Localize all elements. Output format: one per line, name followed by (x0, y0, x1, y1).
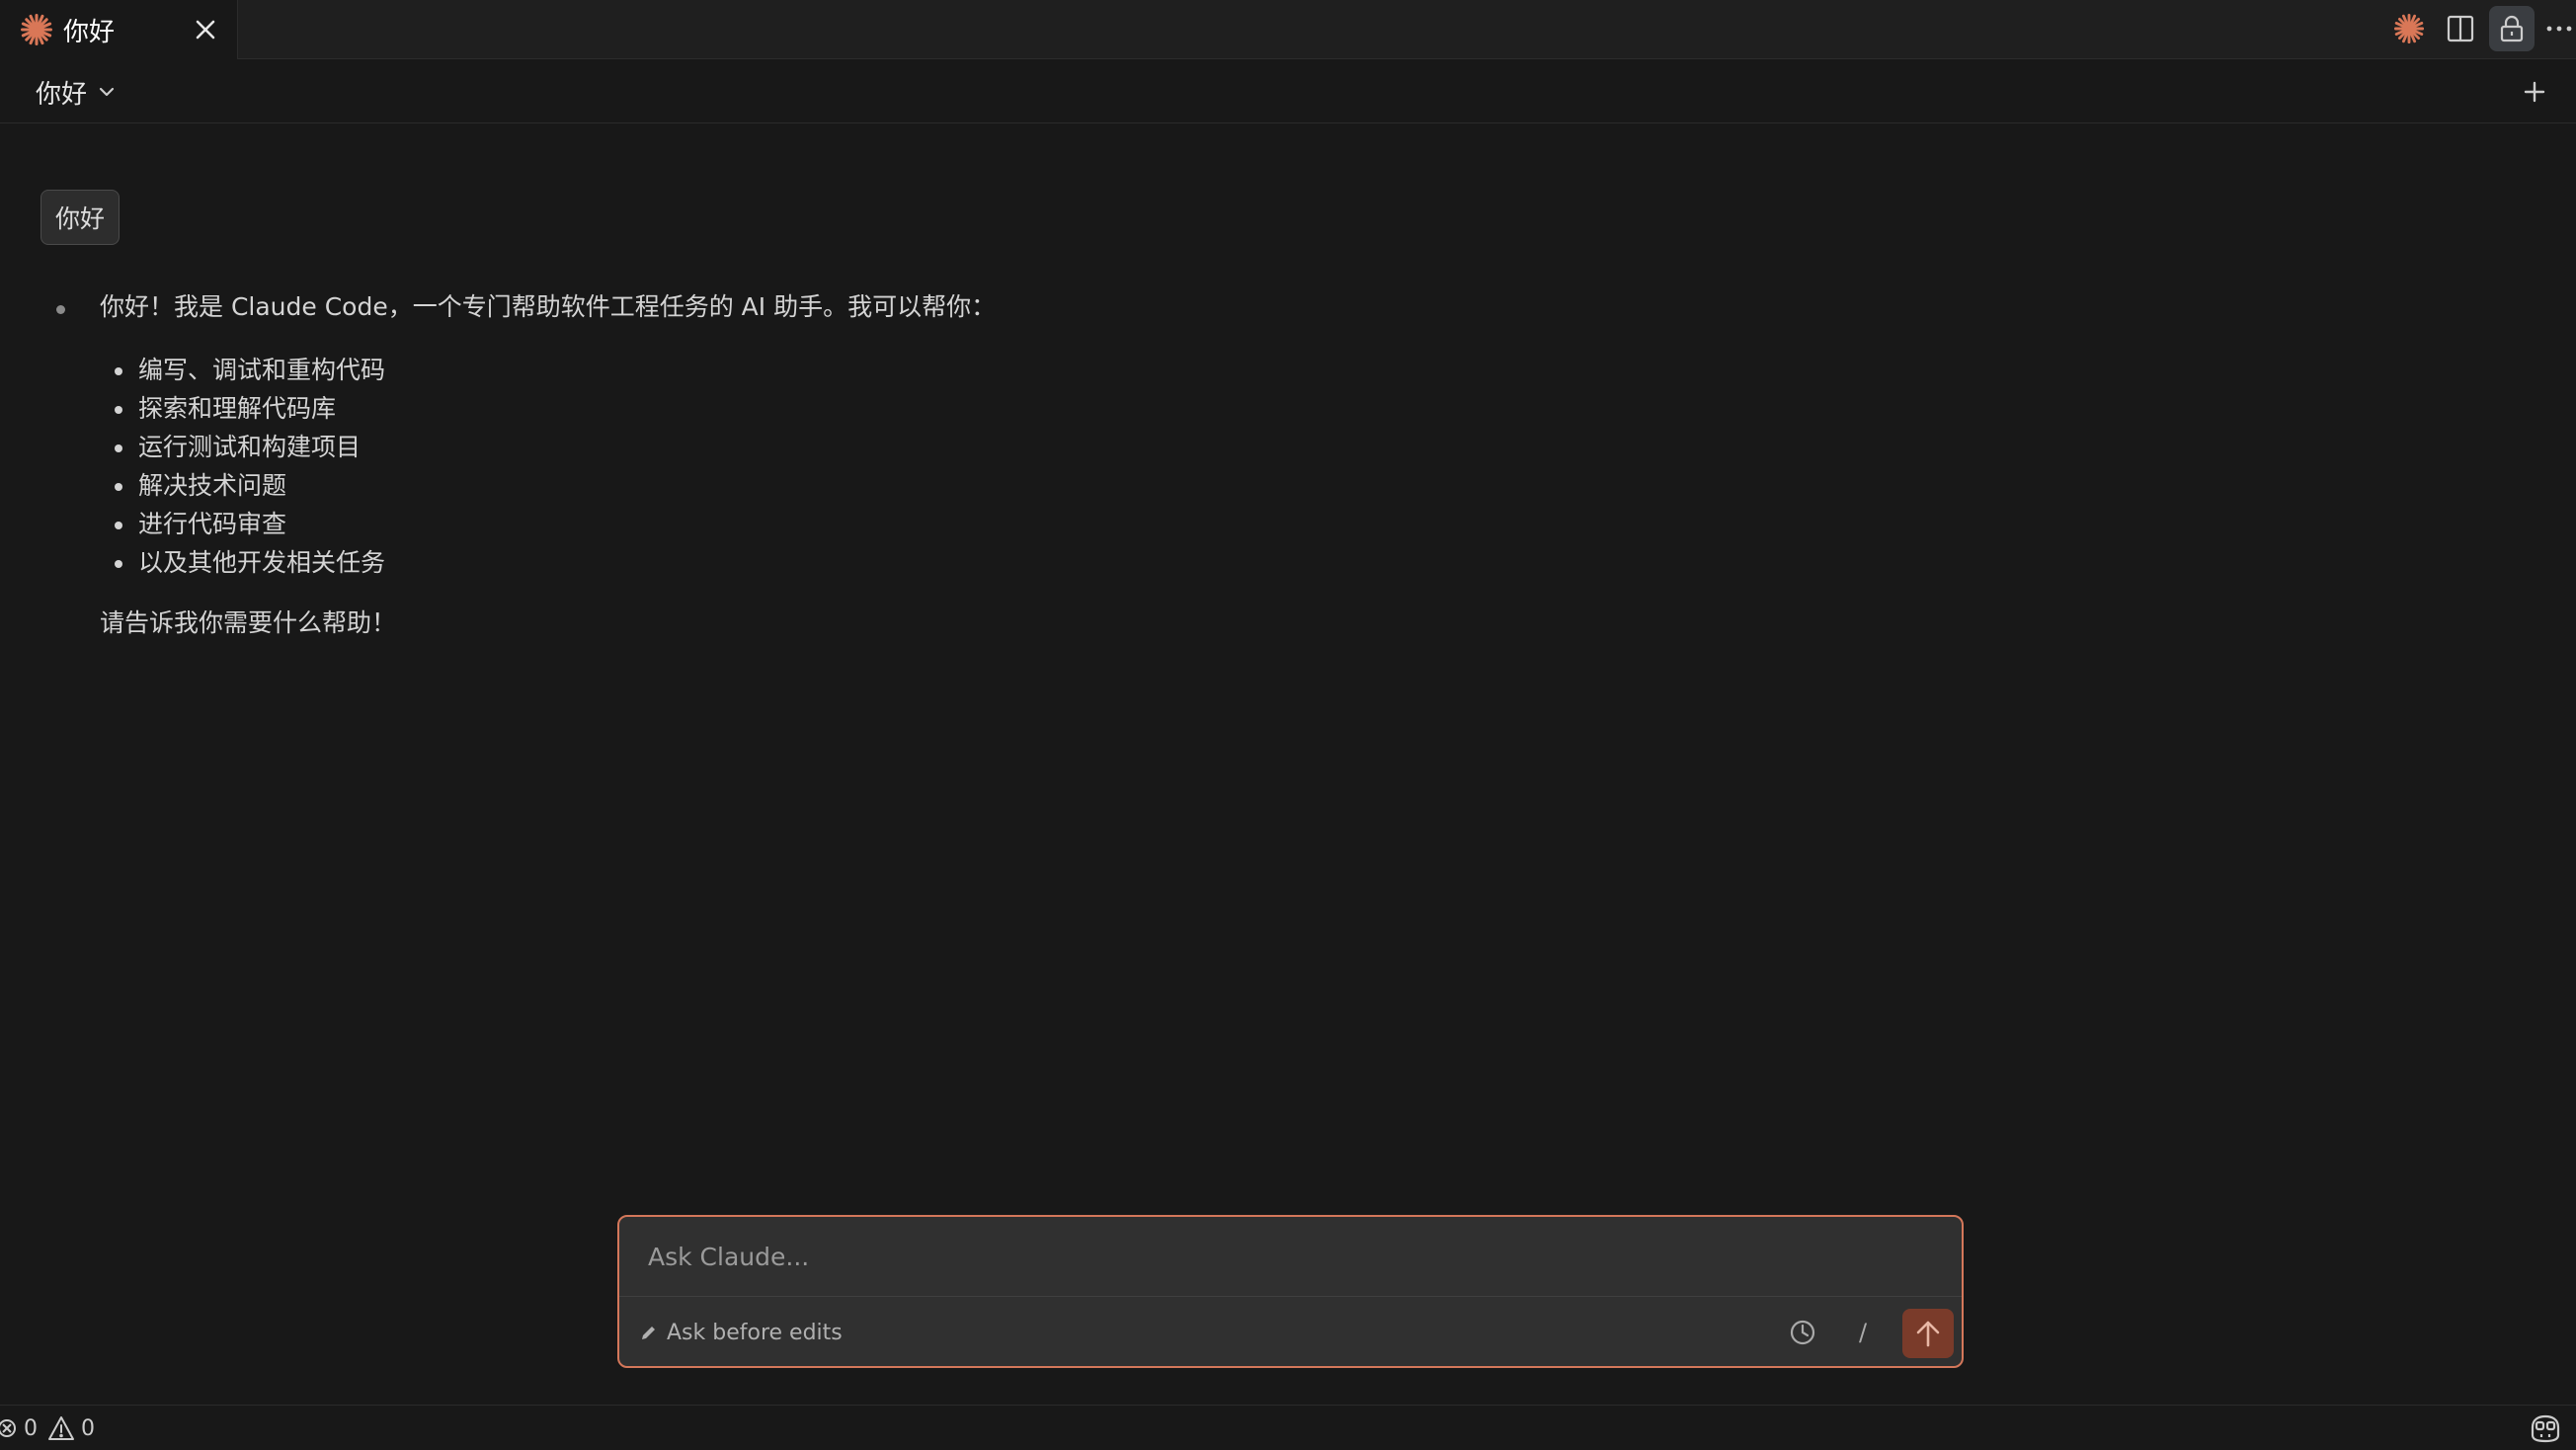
edit-mode-label: Ask before edits (667, 1320, 843, 1345)
status-bar: 0 0 (0, 1405, 2576, 1450)
chevron-down-icon (99, 87, 115, 97)
warning-icon (48, 1416, 74, 1440)
error-icon (0, 1419, 16, 1437)
capability-list: 编写、调试和重构代码 探索和理解代码库 运行测试和构建项目 解决技术问题 进行代… (114, 351, 385, 582)
editor-tab[interactable]: 你好 (0, 0, 238, 59)
list-item: 进行代码审查 (114, 505, 385, 543)
copilot-icon[interactable] (2529, 1413, 2562, 1443)
list-item: 以及其他开发相关任务 (114, 543, 385, 582)
send-button[interactable] (1902, 1309, 1954, 1358)
arrow-up-icon (1916, 1321, 1940, 1347)
list-item: 编写、调试和重构代码 (114, 351, 385, 389)
problems-indicator[interactable]: 0 0 (0, 1413, 95, 1443)
pencil-icon (642, 1327, 655, 1339)
list-item: 解决技术问题 (114, 466, 385, 505)
claude-spark-icon[interactable] (2386, 6, 2432, 51)
warning-count: 0 (81, 1415, 95, 1441)
assistant-outro: 请告诉我你需要什么帮助！ (100, 608, 397, 637)
more-icon[interactable] (2536, 6, 2576, 51)
user-message: 你好 (40, 190, 120, 245)
message-bullet (56, 305, 65, 314)
tab-bar: 你好 (0, 0, 2576, 59)
edit-mode-button[interactable]: Ask before edits (639, 1315, 843, 1350)
assistant-intro: 你好！我是 Claude Code，一个专门帮助软件工程任务的 AI 助手。我可… (100, 292, 997, 321)
error-count: 0 (24, 1415, 38, 1441)
tab-label: 你好 (63, 17, 116, 47)
conversation-switcher[interactable]: 你好 (36, 72, 117, 112)
conversation-header: 你好 (0, 60, 2576, 123)
claude-spark-icon (21, 14, 52, 45)
editor-actions (2378, 0, 2576, 59)
history-icon[interactable] (1783, 1313, 1822, 1352)
composer-footer: Ask before edits / (619, 1297, 1962, 1368)
split-editor-icon[interactable] (2438, 6, 2483, 51)
list-item: 探索和理解代码库 (114, 389, 385, 428)
plus-icon[interactable] (2513, 70, 2556, 114)
prompt-input[interactable] (619, 1217, 1962, 1296)
user-message-text: 你好 (54, 204, 105, 233)
lock-icon[interactable] (2489, 6, 2535, 51)
conversation-title: 你好 (36, 79, 88, 110)
list-item: 运行测试和构建项目 (114, 428, 385, 466)
close-icon[interactable] (188, 12, 223, 47)
slash-command-button[interactable]: / (1846, 1313, 1880, 1352)
prompt-composer: Ask before edits / (617, 1215, 1964, 1368)
